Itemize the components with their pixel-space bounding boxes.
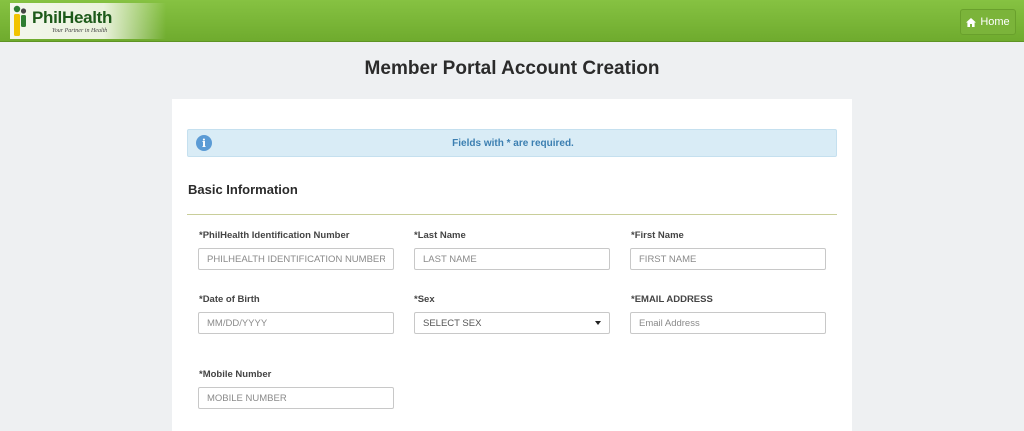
home-icon: [966, 17, 977, 27]
sex-select-value: SELECT SEX: [423, 317, 482, 329]
mobile-label: *Mobile Number: [199, 369, 272, 380]
first-name-input[interactable]: [630, 248, 826, 270]
logo-tagline: Your Partner in Health: [52, 28, 108, 34]
dob-input[interactable]: [198, 312, 394, 334]
pin-label: *PhilHealth Identification Number: [199, 230, 350, 241]
dob-label: *Date of Birth: [199, 294, 260, 305]
first-name-label: *First Name: [631, 230, 684, 241]
last-name-input[interactable]: [414, 248, 610, 270]
sex-select[interactable]: SELECT SEX: [414, 312, 610, 334]
required-fields-alert: i Fields with * are required.: [187, 129, 837, 157]
home-button[interactable]: Home: [960, 9, 1016, 35]
sex-label: *Sex: [414, 294, 435, 305]
home-button-label: Home: [980, 16, 1010, 28]
email-label: *EMAIL ADDRESS: [631, 294, 713, 305]
section-divider: [187, 214, 837, 215]
page-title: Member Portal Account Creation: [364, 58, 660, 79]
logo-figure-icon: [13, 5, 27, 36]
registration-form-card: i Fields with * are required. Basic Info…: [172, 99, 852, 431]
pin-input[interactable]: [198, 248, 394, 270]
section-title: Basic Information: [188, 182, 298, 197]
alert-text: Fields with * are required.: [452, 138, 574, 149]
chevron-down-icon: [595, 321, 601, 325]
mobile-input[interactable]: [198, 387, 394, 409]
email-input[interactable]: [630, 312, 826, 334]
philhealth-logo[interactable]: PhilHealth Your Partner in Health: [10, 3, 166, 39]
last-name-label: *Last Name: [414, 230, 466, 241]
top-navbar: PhilHealth Your Partner in Health Home: [0, 0, 1024, 42]
logo-title: PhilHealth: [32, 8, 113, 27]
